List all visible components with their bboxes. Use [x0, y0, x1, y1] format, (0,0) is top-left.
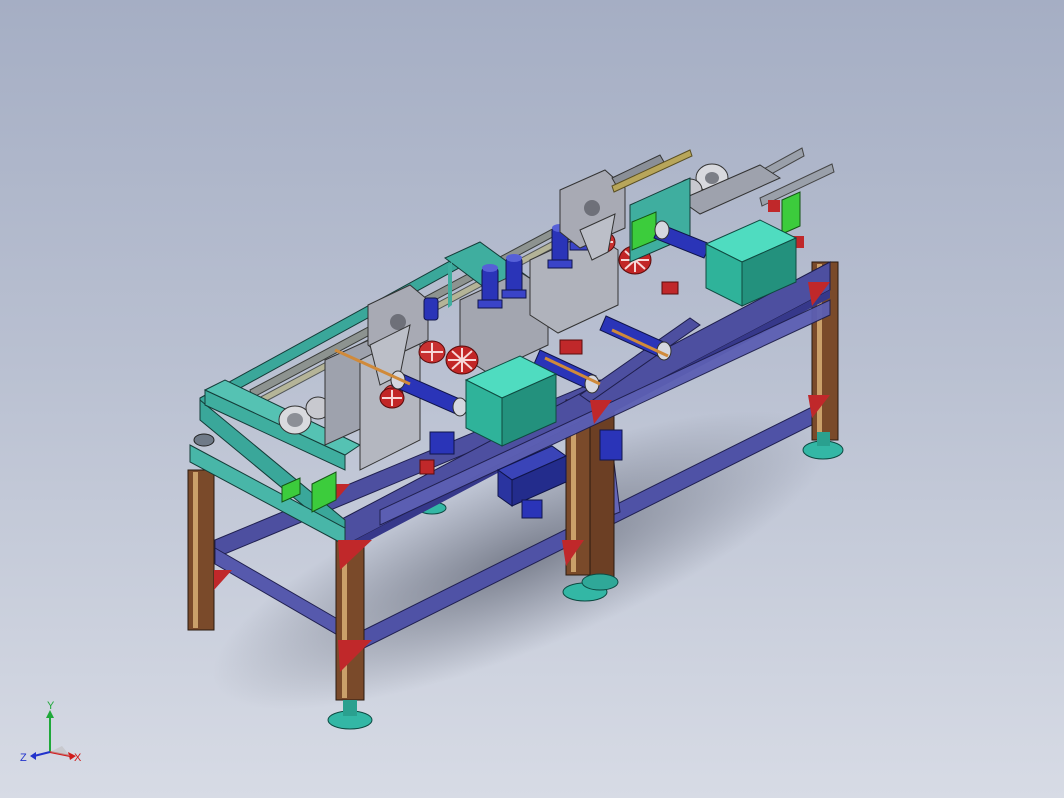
orientation-triad[interactable]: Y X Z: [18, 700, 88, 770]
motor: [477, 264, 503, 309]
foot-stem: [343, 700, 357, 716]
red-clamp: [768, 200, 780, 212]
hand-wheel: [193, 433, 215, 447]
leg-front-left: [187, 469, 215, 631]
feed-wheel: [379, 387, 405, 409]
assembly-model[interactable]: [0, 0, 1064, 798]
red-clamp: [559, 339, 583, 355]
green-bracket: [781, 191, 801, 235]
z-axis: [33, 751, 51, 757]
pulley-hub: [705, 172, 719, 184]
red-clamp: [661, 281, 679, 295]
foot-stem: [817, 432, 830, 446]
z-axis-label: Z: [20, 752, 27, 764]
x-axis-label: X: [74, 752, 82, 764]
feed-wheel: [445, 345, 479, 375]
valve-body: [429, 431, 455, 455]
y-axis-label: Y: [47, 700, 55, 712]
roller-hub: [287, 413, 303, 427]
valve-body: [521, 499, 543, 519]
valve-body: [599, 429, 623, 461]
cutter-bore: [584, 200, 600, 216]
cutter-bore: [390, 314, 406, 330]
leg-highlight: [193, 472, 198, 628]
cad-viewport[interactable]: Y X Z: [0, 0, 1064, 798]
bracket: [214, 570, 232, 590]
z-axis-arrow: [30, 752, 36, 760]
feed-wheel: [418, 340, 446, 364]
station-frame-2: [448, 262, 452, 308]
motor: [501, 254, 527, 299]
foot: [581, 573, 619, 591]
red-clamp: [419, 459, 435, 475]
motor: [423, 297, 439, 321]
